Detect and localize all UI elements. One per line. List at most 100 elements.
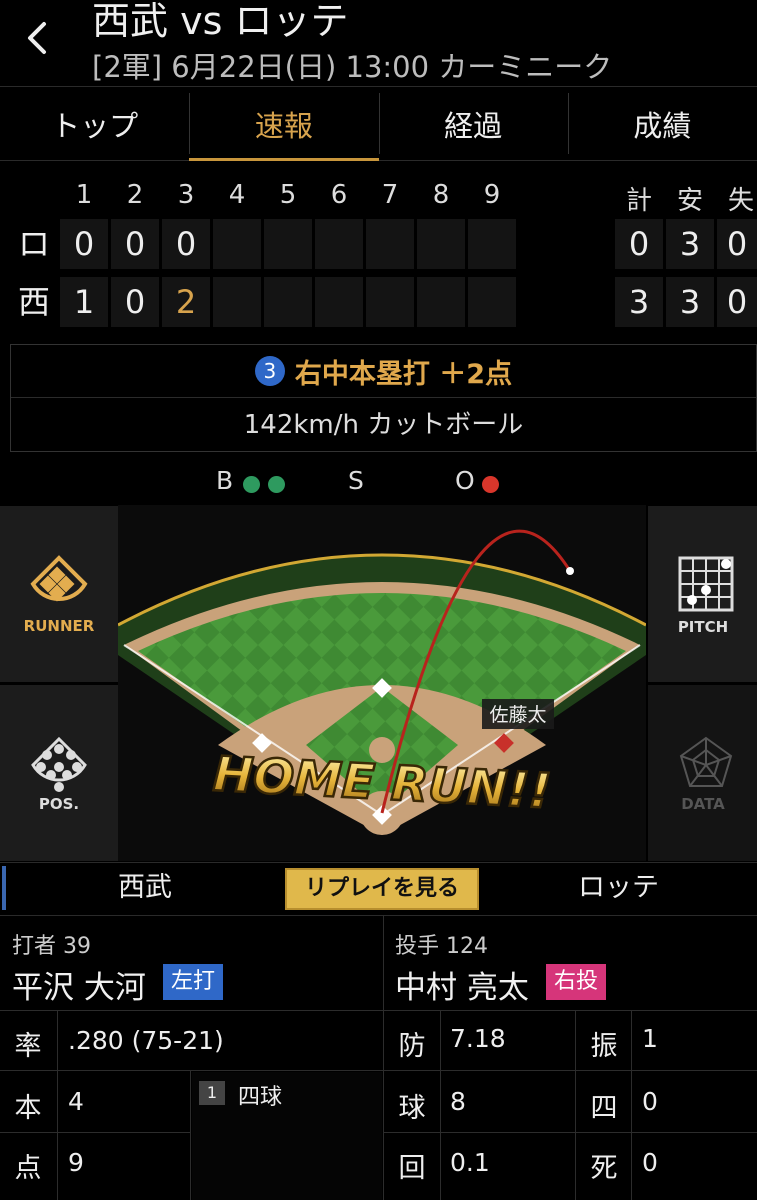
stat-value-k: 1 <box>642 1024 658 1053</box>
batter-name[interactable]: 平沢 大河 <box>12 962 146 1007</box>
pitch-grid-icon <box>678 556 734 612</box>
total-header-runs: 計 <box>625 186 652 216</box>
inning-header: 3 <box>177 180 195 210</box>
inning-header: 1 <box>75 180 93 210</box>
score-cell-current: 2 <box>162 277 210 327</box>
pitch-info: 142km/h カットボール <box>243 410 524 440</box>
score-cell <box>468 219 516 269</box>
divider <box>440 1010 441 1200</box>
score-cell: 1 <box>60 277 108 327</box>
pitch-label: PITCH <box>677 618 729 636</box>
total-cell: 3 <box>666 219 714 269</box>
play-result: 右中本塁打 ＋2点 <box>294 358 513 390</box>
divider <box>190 1070 191 1200</box>
score-cell: 0 <box>60 219 108 269</box>
data-radar-icon <box>679 736 733 787</box>
baseball-field: 佐藤太 HOME RUN!! <box>118 505 646 861</box>
ball-dot <box>243 476 260 493</box>
score-cell <box>417 219 465 269</box>
pitch-panel-button[interactable]: PITCH <box>648 506 757 682</box>
total-cell: 3 <box>666 277 714 327</box>
inning-header: 9 <box>483 180 501 210</box>
total-header-hits: 安 <box>676 186 703 216</box>
out-dot <box>482 476 499 493</box>
stat-label-rbi: 点 <box>14 1153 42 1184</box>
inning-header: 4 <box>228 180 246 210</box>
inning-badge: 3 <box>254 356 285 386</box>
score-cell: 0 <box>162 219 210 269</box>
runner-panel-button[interactable]: RUNNER <box>0 506 118 682</box>
inning-header: 2 <box>126 180 144 210</box>
tab-bar: トップ 速報 経過 成績 <box>0 86 757 161</box>
score-cell <box>315 277 363 327</box>
total-header-errors: 失 <box>727 186 754 216</box>
ball-dot <box>268 476 285 493</box>
inning-header: 7 <box>381 180 399 210</box>
tab-top[interactable]: トップ <box>0 87 189 160</box>
score-cell <box>264 277 312 327</box>
score-cell <box>264 219 312 269</box>
data-label: DATA <box>681 795 725 813</box>
divider <box>0 1010 757 1011</box>
batter-hand-badge: 左打 <box>163 964 224 1000</box>
team-label-home: 西 <box>17 283 50 321</box>
total-cell: 3 <box>615 277 663 327</box>
runner-diamond-icon <box>30 555 88 602</box>
divider <box>0 1132 190 1133</box>
inning-header: 8 <box>432 180 450 210</box>
total-cell: 0 <box>717 277 757 327</box>
stat-label-k: 振 <box>590 1031 618 1062</box>
replay-button[interactable]: リプレイを見る <box>285 868 479 910</box>
fielder-name-label: 佐藤太 <box>489 704 546 726</box>
score-cell: 0 <box>111 219 159 269</box>
pa-index-badge: 1 <box>199 1081 225 1105</box>
data-panel-button[interactable]: DATA <box>648 685 757 861</box>
batter-role-label: 打者 39 <box>12 934 92 959</box>
positions-panel-button[interactable]: POS. <box>0 685 118 861</box>
divider <box>57 1010 58 1200</box>
score-cell: 0 <box>111 277 159 327</box>
pa-result: 四球 <box>238 1085 283 1110</box>
total-cell: 0 <box>717 219 757 269</box>
stat-value-hbp: 0 <box>642 1148 658 1177</box>
stat-value-avg: .280 (75-21) <box>68 1026 224 1055</box>
play-summary: 3 右中本塁打 ＋2点 142km/h カットボール <box>10 344 757 452</box>
team-away-tab[interactable]: ロッテ <box>480 862 757 914</box>
pos-label: POS. <box>38 795 80 813</box>
divider <box>0 1070 757 1071</box>
stat-label-era: 防 <box>398 1031 426 1062</box>
team-home-tab[interactable]: 西武 <box>0 862 290 914</box>
tab-progress[interactable]: 経過 <box>378 87 568 160</box>
runner-label: RUNNER <box>23 617 95 635</box>
stat-label-avg: 率 <box>14 1031 42 1062</box>
strike-count-label: S <box>348 466 364 495</box>
stat-value-bb: 0 <box>642 1087 658 1116</box>
score-cell <box>315 219 363 269</box>
page-title: 西武 vs ロッテ <box>92 0 349 43</box>
stat-label-innings: 回 <box>398 1153 426 1184</box>
stat-value-innings: 0.1 <box>450 1148 490 1177</box>
score-cell <box>366 277 414 327</box>
pitcher-role-label: 投手 124 <box>395 934 489 959</box>
team-label-away: ロ <box>17 225 50 263</box>
tab-live[interactable]: 速報 <box>189 87 379 161</box>
inning-header: 5 <box>279 180 297 210</box>
stat-value-rbi: 9 <box>68 1148 84 1177</box>
score-cell <box>468 277 516 327</box>
positions-icon <box>31 736 87 792</box>
stat-value-hr: 4 <box>68 1087 84 1116</box>
tab-stats[interactable]: 成績 <box>567 87 757 160</box>
stat-label-hr: 本 <box>14 1093 42 1124</box>
pitcher-name[interactable]: 中村 亮太 <box>395 962 529 1007</box>
score-cell <box>213 277 261 327</box>
total-cell: 0 <box>615 219 663 269</box>
stat-value-pitches: 8 <box>450 1087 466 1116</box>
stat-label-hbp: 死 <box>590 1153 618 1184</box>
out-count-label: O <box>455 466 475 495</box>
pitcher-hand-badge: 右投 <box>546 964 607 1000</box>
back-arrow-icon[interactable] <box>18 18 58 58</box>
play-result-row: 3 右中本塁打 ＋2点 <box>11 345 756 398</box>
stat-label-bb: 四 <box>590 1093 618 1124</box>
stat-value-era: 7.18 <box>450 1024 506 1053</box>
score-cell <box>213 219 261 269</box>
